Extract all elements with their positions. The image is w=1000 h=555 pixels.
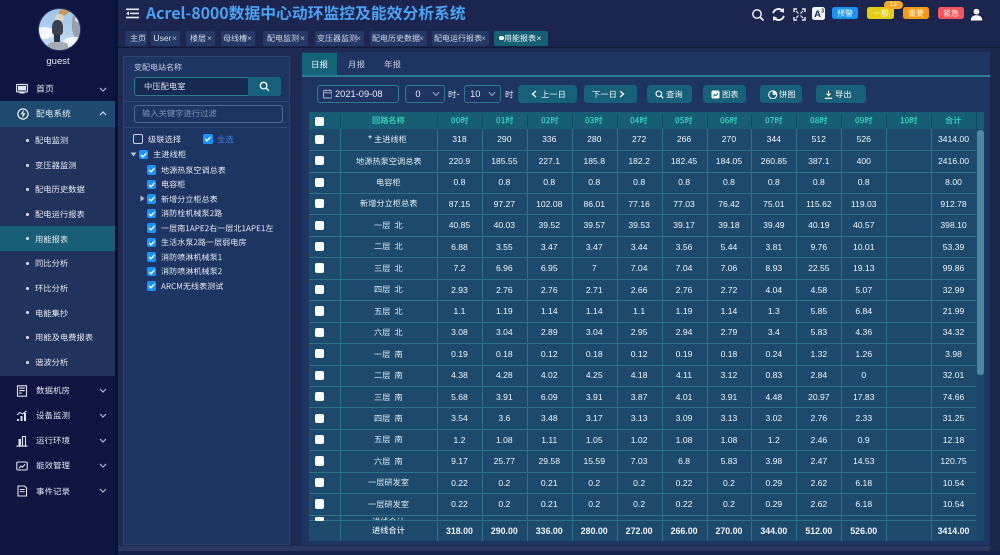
svg-text:A: A <box>814 9 821 20</box>
svg-text:3: 3 <box>821 8 824 14</box>
